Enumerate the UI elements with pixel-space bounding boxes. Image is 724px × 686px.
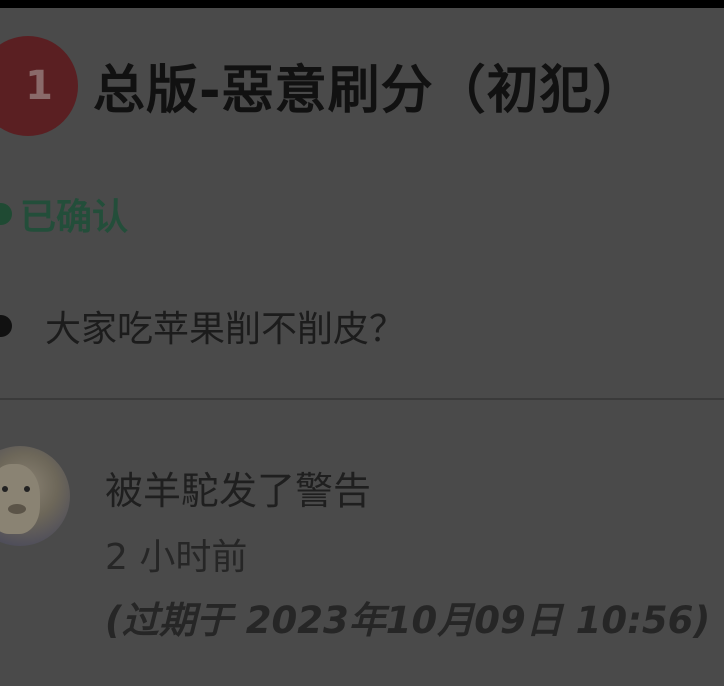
avatar-nose-icon bbox=[8, 504, 26, 514]
avatar[interactable] bbox=[0, 446, 70, 546]
alpaca-face-icon bbox=[0, 464, 40, 534]
activity-action: 被羊駝发了警告 bbox=[105, 469, 372, 513]
status-dot-icon bbox=[0, 203, 12, 225]
status-row: 已确认 bbox=[0, 188, 128, 240]
avatar-eye-icon bbox=[24, 486, 30, 492]
warning-title: 总版-惡意刷分（初犯） bbox=[93, 61, 646, 121]
related-post-title[interactable]: 大家吃苹果削不削皮？ bbox=[45, 300, 405, 352]
avatar-eye-icon bbox=[2, 486, 8, 492]
activity-time: 2 小时前 bbox=[105, 537, 248, 578]
related-post-link[interactable]: 大家吃苹果削不削皮？ bbox=[0, 300, 405, 352]
activity-expiry: (过期于 2023年10月09日 10:56) bbox=[105, 599, 711, 642]
warning-level-number: 1 bbox=[25, 63, 53, 109]
divider bbox=[0, 398, 724, 400]
bullet-icon bbox=[0, 315, 12, 337]
top-edge bbox=[0, 0, 724, 8]
status-label: 已确认 bbox=[20, 197, 129, 238]
warning-level-badge: 1 bbox=[0, 36, 78, 136]
warning-detail-page: 1 总版-惡意刷分（初犯） 已确认 大家吃苹果削不削皮？ 被羊駝发了警告 2 小… bbox=[0, 8, 724, 686]
